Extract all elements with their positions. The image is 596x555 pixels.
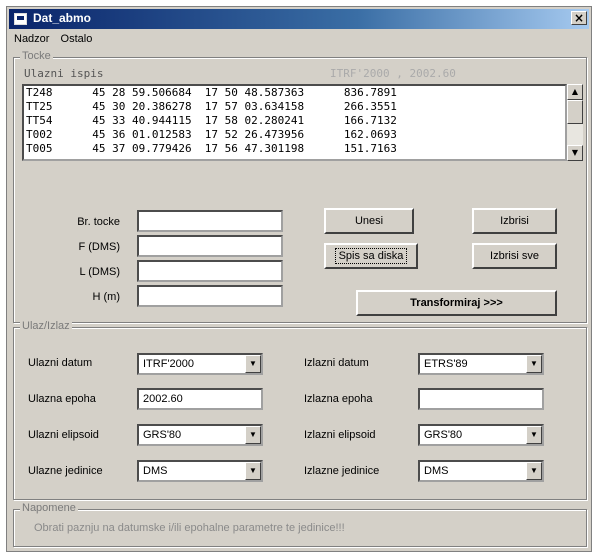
ulazni-datum-select[interactable]: ITRF'2000 ▼ (137, 353, 263, 375)
ulazni-elipsoid-label: Ulazni elipsoid (28, 429, 99, 441)
scroll-thumb[interactable] (567, 100, 583, 124)
ulazni-elipsoid-value: GRS'80 (143, 429, 182, 441)
l-dms-label: L (DMS) (79, 266, 120, 278)
izlazna-epoha-input[interactable] (418, 388, 544, 410)
napomene-text: Obrati paznju na datumske i/ili epohalne… (34, 522, 345, 534)
ulazni-elipsoid-select[interactable]: GRS'80 ▼ (137, 424, 263, 446)
chevron-down-icon[interactable]: ▼ (526, 355, 542, 373)
ulaz-izlaz-group: Ulaz/Izlaz Ulazni datum ITRF'2000 ▼ Izla… (13, 320, 587, 500)
list-item[interactable]: T005 45 37 09.779426 17 56 47.301198 151… (24, 142, 565, 156)
br-tocke-label: Br. tocke (77, 216, 120, 228)
close-button[interactable]: × (571, 11, 587, 25)
tocke-group-label: Tocke (20, 50, 53, 62)
ulazna-epoha-input[interactable] (137, 388, 263, 410)
list-item[interactable]: T002 45 36 01.012583 17 52 26.473956 162… (24, 128, 565, 142)
chevron-down-icon[interactable]: ▼ (526, 462, 542, 480)
h-m-label: H (m) (92, 291, 121, 303)
f-dms-input[interactable] (137, 235, 283, 257)
chevron-down-icon[interactable]: ▼ (245, 462, 261, 480)
h-m-input[interactable] (137, 285, 283, 307)
izlazne-jedinice-label: Izlazne jedinice (304, 465, 380, 477)
menu-nadzor[interactable]: Nadzor (9, 31, 52, 45)
l-dms-input[interactable] (137, 260, 283, 282)
list-item[interactable]: T248 45 28 59.506684 17 50 48.587363 836… (24, 86, 565, 100)
f-dms-label: F (DMS) (78, 241, 120, 253)
ulazni-datum-label: Ulazni datum (28, 357, 93, 369)
ulazne-jedinice-value: DMS (143, 465, 168, 477)
izlazni-datum-select[interactable]: ETRS'89 ▼ (418, 353, 544, 375)
izlazni-elipsoid-label: Izlazni elipsoid (304, 429, 376, 441)
izlazni-elipsoid-value: GRS'80 (424, 429, 463, 441)
ulazne-jedinice-label: Ulazne jedinice (28, 465, 103, 477)
list-header-left: Ulazni ispis (24, 67, 104, 80)
ulaz-izlaz-group-label: Ulaz/Izlaz (20, 320, 72, 332)
app-window: Dat_abmo × Nadzor Ostalo Tocke Ulazni is… (6, 6, 592, 552)
app-icon (14, 13, 27, 25)
scroll-up-icon[interactable]: ▲ (567, 84, 583, 100)
points-listbox[interactable]: T248 45 28 59.506684 17 50 48.587363 836… (22, 84, 567, 161)
title-bar[interactable]: Dat_abmo × (9, 9, 589, 29)
scroll-down-icon[interactable]: ▼ (567, 145, 583, 161)
chevron-down-icon[interactable]: ▼ (245, 426, 261, 444)
izbrisi-sve-button[interactable]: Izbrisi sve (472, 243, 557, 269)
ulazne-jedinice-select[interactable]: DMS ▼ (137, 460, 263, 482)
list-scrollbar[interactable]: ▲ ▼ (567, 84, 583, 161)
izbrisi-button[interactable]: Izbrisi (472, 208, 557, 234)
ulazna-epoha-label: Ulazna epoha (28, 393, 96, 405)
izlazne-jedinice-value: DMS (424, 465, 449, 477)
window-title: Dat_abmo (33, 11, 92, 25)
spis-sa-diska-label: Spis sa diska (334, 248, 408, 264)
list-item[interactable]: TT54 45 33 40.944115 17 58 02.280241 166… (24, 114, 565, 128)
izlazne-jedinice-select[interactable]: DMS ▼ (418, 460, 544, 482)
chevron-down-icon[interactable]: ▼ (526, 426, 542, 444)
chevron-down-icon[interactable]: ▼ (245, 355, 261, 373)
list-header-right: ITRF'2000 , 2002.60 (330, 67, 456, 80)
br-tocke-input[interactable] (137, 210, 283, 232)
transformiraj-button[interactable]: Transformiraj >>> (356, 290, 557, 316)
izlazna-epoha-label: Izlazna epoha (304, 393, 373, 405)
napomene-group-label: Napomene (20, 502, 78, 514)
izlazni-elipsoid-select[interactable]: GRS'80 ▼ (418, 424, 544, 446)
ulazni-datum-value: ITRF'2000 (143, 358, 195, 370)
list-header: Ulazni ispis ITRF'2000 , 2002.60 (24, 67, 564, 80)
tocke-group: Tocke Ulazni ispis ITRF'2000 , 2002.60 T… (13, 50, 587, 323)
menu-bar: Nadzor Ostalo (9, 31, 589, 49)
unesi-button[interactable]: Unesi (324, 208, 414, 234)
spis-sa-diska-button[interactable]: Spis sa diska (324, 243, 418, 269)
menu-ostalo[interactable]: Ostalo (56, 31, 96, 45)
izlazni-datum-label: Izlazni datum (304, 357, 369, 369)
izlazni-datum-value: ETRS'89 (424, 358, 468, 370)
list-item[interactable]: TT25 45 30 20.386278 17 57 03.634158 266… (24, 100, 565, 114)
napomene-group: Napomene Obrati paznju na datumske i/ili… (13, 502, 587, 547)
